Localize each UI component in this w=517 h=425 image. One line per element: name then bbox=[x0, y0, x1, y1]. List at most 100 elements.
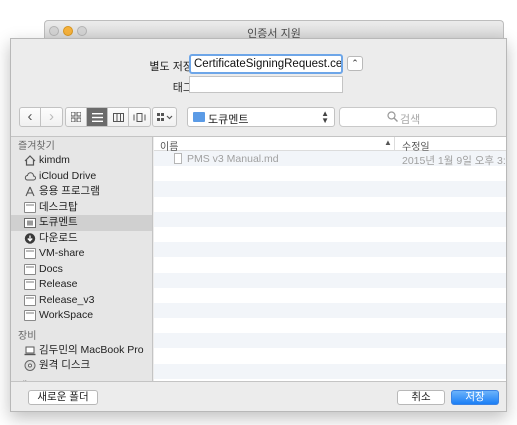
empty-row bbox=[154, 197, 506, 212]
sidebar-item-vm-share[interactable]: VM-share bbox=[11, 246, 152, 262]
empty-row bbox=[154, 272, 506, 288]
save-as-field[interactable]: CertificateSigningRequest.certSigningReq… bbox=[189, 54, 343, 74]
column-view-button[interactable] bbox=[108, 108, 129, 126]
sidebar-item-icloud[interactable]: iCloud Drive bbox=[11, 169, 152, 185]
cancel-button[interactable]: 취소 bbox=[397, 390, 445, 405]
icon-view-button[interactable] bbox=[66, 108, 87, 126]
folder-icon bbox=[24, 248, 36, 259]
sidebar-item-label: kimdm bbox=[39, 154, 70, 166]
sidebar-item-label: WorkSpace bbox=[39, 309, 94, 321]
list-view-button[interactable] bbox=[87, 108, 108, 126]
location-label: 도큐멘트 bbox=[208, 114, 249, 126]
save-dialog: 별도 저장: CertificateSigningRequest.certSig… bbox=[10, 38, 507, 412]
sidebar-item-label: VM-share bbox=[39, 247, 85, 259]
documents-icon bbox=[24, 218, 36, 228]
search-icon bbox=[387, 111, 398, 122]
columns-icon bbox=[112, 112, 124, 122]
browser-toolbar: ‹ › 도큐멘트 ▲ ▼ 검색 bbox=[11, 107, 506, 129]
list-icon bbox=[91, 112, 103, 122]
desktop-icon bbox=[24, 201, 36, 213]
search-input[interactable]: 검색 bbox=[339, 107, 497, 127]
sidebar: 즐겨찾기 kimdm iCloud Drive 응용 프로그램 데스크탑 도큐멘… bbox=[11, 137, 153, 381]
sidebar-item-desktop[interactable]: 데스크탑 bbox=[11, 200, 152, 216]
chevron-left-icon: ‹ bbox=[27, 108, 33, 125]
save-as-row: 별도 저장: CertificateSigningRequest.certSig… bbox=[11, 54, 506, 74]
empty-row bbox=[154, 211, 506, 227]
download-icon bbox=[24, 232, 36, 244]
grid-icon bbox=[71, 112, 81, 122]
sidebar-item-label: Release bbox=[39, 278, 78, 290]
sidebar-item-workspace[interactable]: WorkSpace bbox=[11, 308, 152, 324]
new-folder-button[interactable]: 새로운 폴더 bbox=[28, 390, 98, 405]
file-list: 이름 ▲ 수정일 PMS v3 Manual.md 2015년 1월 9일 오후… bbox=[154, 137, 506, 381]
folder-icon bbox=[24, 279, 36, 290]
laptop-icon bbox=[24, 346, 36, 355]
applications-icon bbox=[25, 186, 35, 197]
folder-icon bbox=[24, 294, 36, 306]
empty-row bbox=[154, 242, 506, 258]
sidebar-item-label: 도큐멘트 bbox=[39, 216, 78, 228]
save-button[interactable]: 저장 bbox=[451, 390, 499, 405]
sidebar-item-macbook[interactable]: 김두민의 MacBook Pro bbox=[11, 343, 152, 359]
folder-icon bbox=[24, 263, 36, 275]
empty-row bbox=[154, 288, 506, 303]
sidebar-item-remote-disc[interactable]: 원격 디스크 bbox=[11, 358, 152, 374]
sidebar-item-label: 다운로드 bbox=[39, 231, 78, 244]
forward-button[interactable]: › bbox=[41, 108, 62, 126]
back-button[interactable]: ‹ bbox=[20, 108, 41, 126]
folder-icon bbox=[193, 112, 205, 122]
empty-row bbox=[154, 318, 506, 333]
sidebar-item-docs[interactable]: Docs bbox=[11, 262, 152, 278]
empty-row bbox=[154, 227, 506, 242]
empty-row bbox=[154, 363, 506, 379]
file-list-header: 이름 ▲ 수정일 bbox=[154, 137, 506, 153]
coverflow-icon bbox=[133, 112, 146, 122]
sidebar-item-home[interactable]: kimdm bbox=[11, 153, 152, 169]
search-placeholder: 검색 bbox=[400, 114, 421, 126]
sidebar-item-downloads[interactable]: 다운로드 bbox=[11, 231, 152, 247]
sort-ascending-icon: ▲ bbox=[384, 138, 392, 147]
sidebar-item-release-v3[interactable]: Release_v3 bbox=[11, 293, 152, 309]
sidebar-item-label: Release_v3 bbox=[39, 293, 95, 306]
view-mode-switcher bbox=[65, 107, 151, 127]
empty-row bbox=[154, 302, 506, 319]
empty-row bbox=[154, 257, 506, 272]
empty-row bbox=[154, 166, 506, 181]
arrange-button[interactable] bbox=[152, 107, 177, 127]
cloud-icon bbox=[24, 171, 36, 180]
disc-icon bbox=[24, 360, 36, 371]
sidebar-item-documents[interactable]: 도큐멘트 bbox=[11, 215, 152, 231]
coverflow-view-button[interactable] bbox=[129, 108, 150, 126]
sidebar-item-label: Docs bbox=[39, 262, 63, 275]
column-divider[interactable] bbox=[394, 137, 395, 150]
sidebar-header-devices: 장비 bbox=[18, 330, 37, 342]
empty-row bbox=[154, 333, 506, 349]
sidebar-item-label: 응용 프로그램 bbox=[39, 185, 100, 197]
tags-field[interactable] bbox=[189, 76, 343, 93]
document-icon bbox=[174, 153, 182, 164]
chevron-right-icon: › bbox=[49, 108, 54, 125]
parent-window-titlebar: 인증서 지원 bbox=[44, 20, 504, 40]
popup-arrows-icon: ▲ ▼ bbox=[321, 109, 329, 125]
sidebar-item-applications[interactable]: 응용 프로그램 bbox=[11, 184, 152, 200]
expand-dialog-button[interactable]: ⌃ bbox=[347, 56, 363, 71]
home-icon bbox=[24, 155, 36, 166]
tags-row: 태그: bbox=[11, 76, 506, 94]
sidebar-header-tags: 태그 bbox=[11, 380, 152, 382]
sidebar-header-favorites: 즐겨찾기 bbox=[18, 141, 55, 152]
sidebar-item-release[interactable]: Release bbox=[11, 277, 152, 293]
history-nav: ‹ › bbox=[19, 107, 63, 127]
empty-row bbox=[154, 379, 506, 381]
file-rows: PMS v3 Manual.md 2015년 1월 9일 오후 3:07 bbox=[154, 151, 506, 381]
sidebar-item-label: 원격 디스크 bbox=[39, 359, 91, 371]
sidebar-item-label: iCloud Drive bbox=[39, 169, 97, 182]
browser-content: 즐겨찾기 kimdm iCloud Drive 응용 프로그램 데스크탑 도큐멘… bbox=[11, 136, 506, 382]
arrange-icon bbox=[156, 112, 172, 121]
empty-row bbox=[154, 181, 506, 197]
empty-row bbox=[154, 348, 506, 363]
location-popup[interactable]: 도큐멘트 ▲ ▼ bbox=[187, 107, 335, 127]
table-row[interactable]: PMS v3 Manual.md 2015년 1월 9일 오후 3:07 bbox=[154, 151, 506, 167]
sidebar-item-label: 김두민의 MacBook Pro bbox=[39, 343, 144, 356]
folder-icon bbox=[24, 310, 36, 321]
sidebar-item-label: 데스크탑 bbox=[39, 200, 78, 213]
